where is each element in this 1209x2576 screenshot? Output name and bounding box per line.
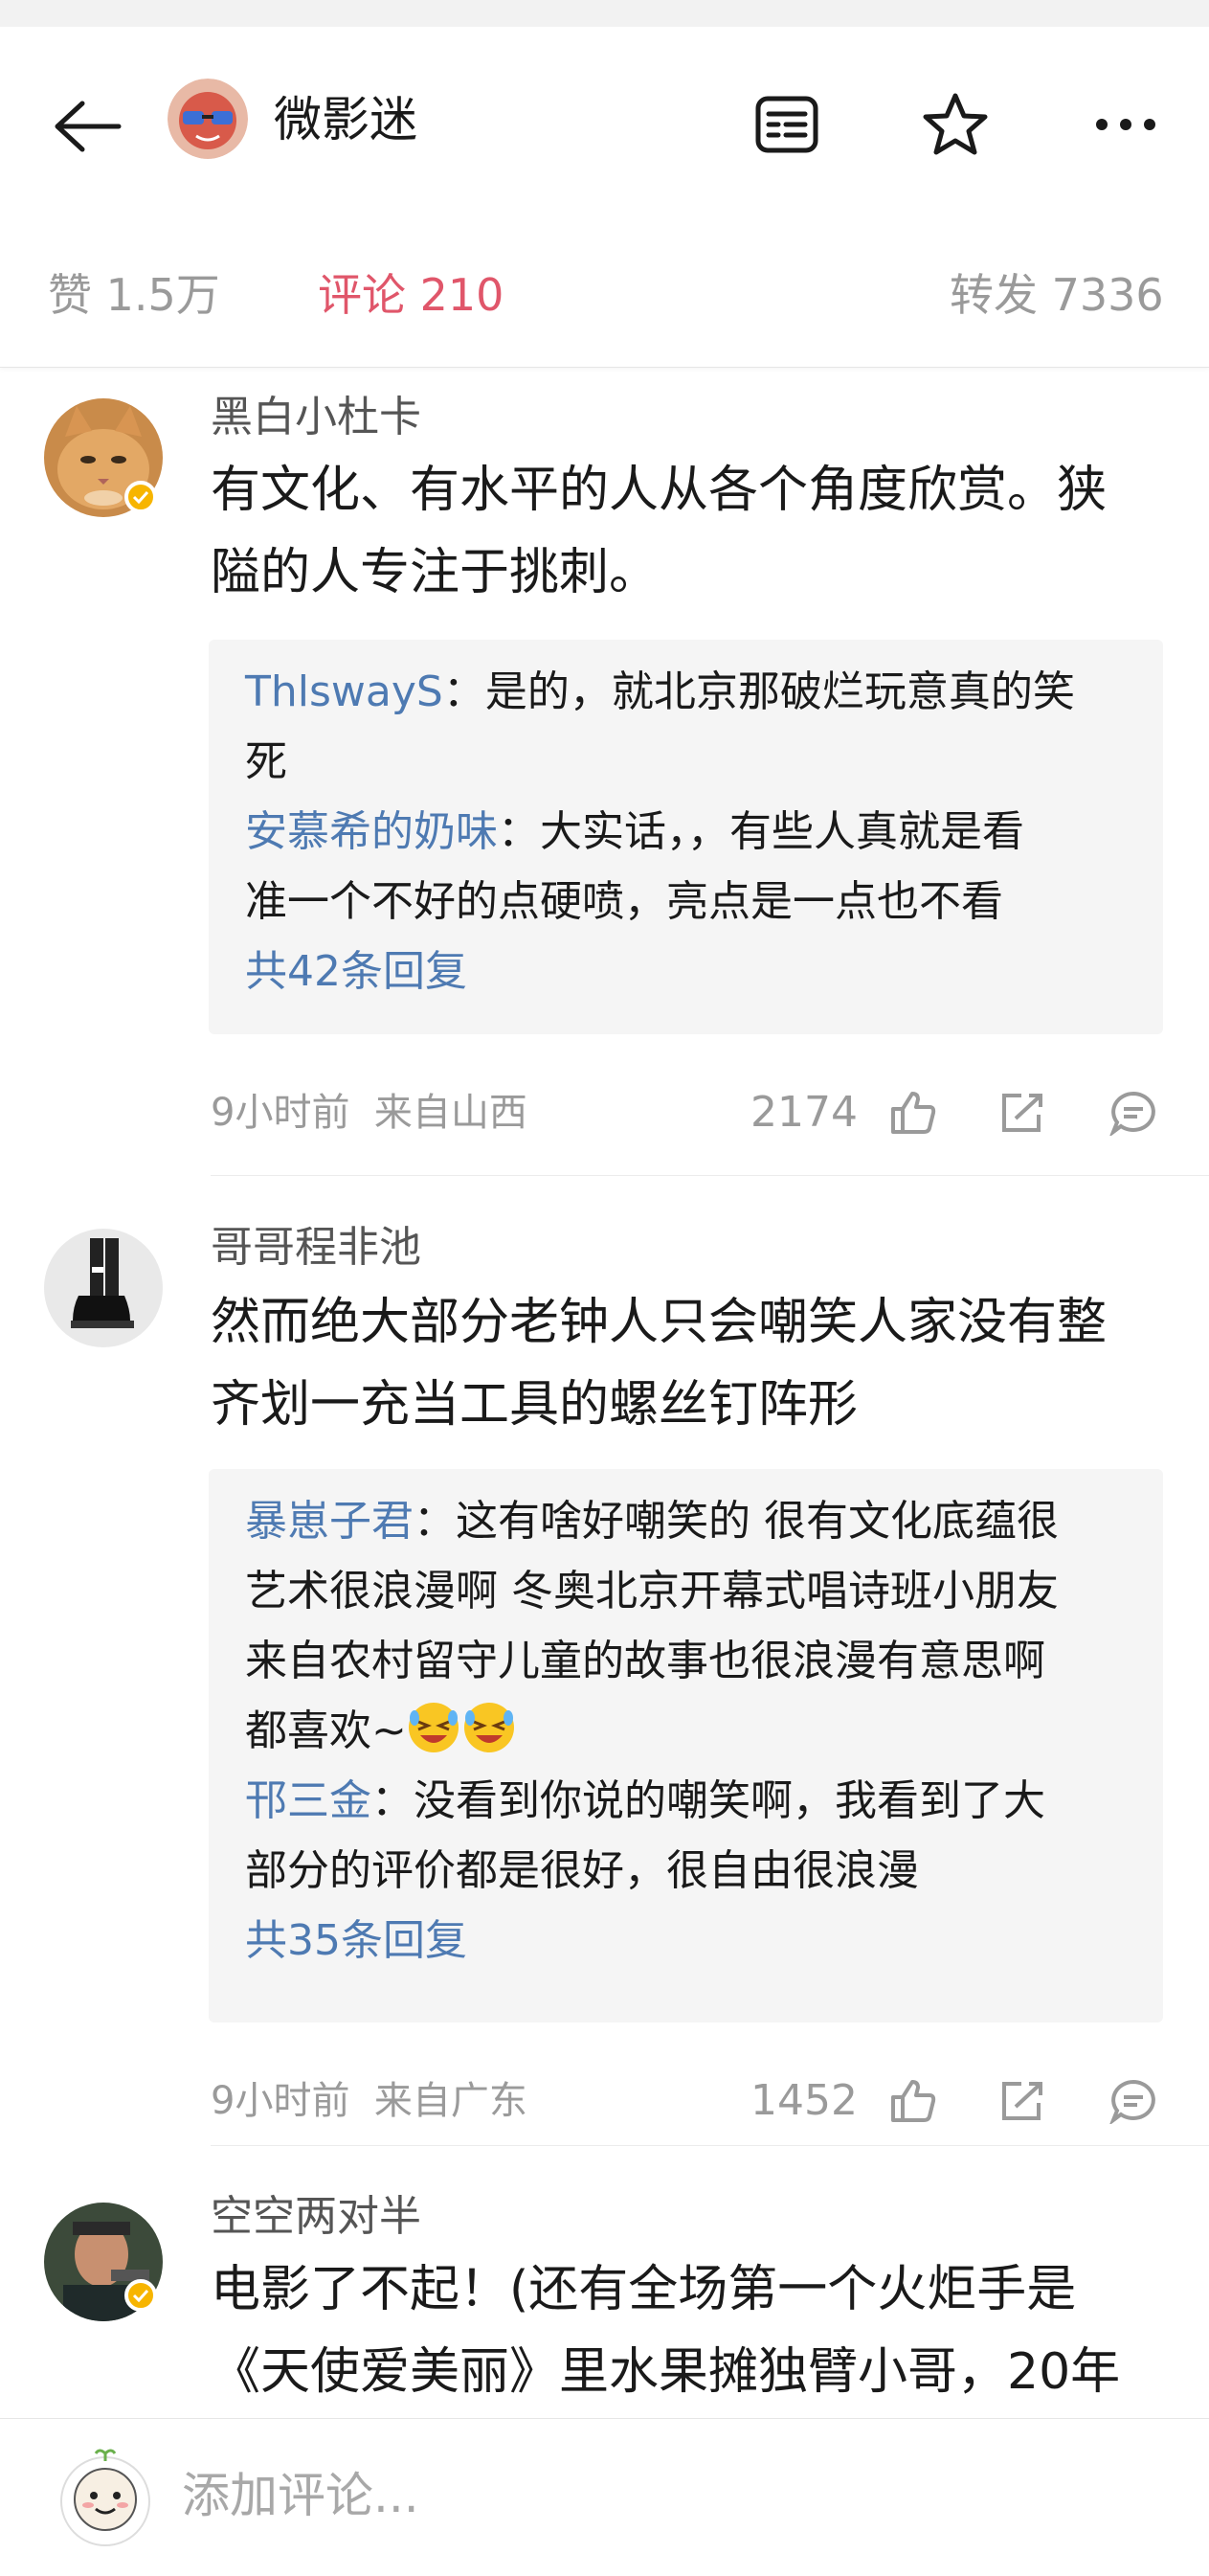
like-count: 1452	[750, 2076, 858, 2125]
reply-item: 暴崽子君：这有啥好嘲笑的 很有文化底蕴很	[245, 1486, 1127, 1556]
reply-box[interactable]: 暴崽子君：这有啥好嘲笑的 很有文化底蕴很 艺术很浪漫啊 冬奥北京开幕式唱诗班小朋…	[209, 1469, 1163, 2022]
reply-item: 安慕希的奶味：大实话，，有些人真就是看	[245, 797, 1127, 867]
star-icon	[923, 93, 988, 155]
back-button[interactable]	[46, 86, 126, 167]
reply-button[interactable]	[1105, 2072, 1162, 2130]
reply-text-line: 都喜欢~	[245, 1696, 1127, 1766]
account-avatar[interactable]	[168, 79, 248, 159]
reply-text: 都喜欢~	[245, 1706, 407, 1755]
avatar[interactable]	[44, 1229, 163, 1347]
more-button[interactable]	[1086, 84, 1166, 165]
laugh-cry-emoji-icon	[463, 1703, 514, 1752]
comment-text-line: 《天使爱美丽》里水果摊独臂小哥，20年	[211, 2343, 1121, 2401]
reply-box[interactable]: ThlswayS：是的，就北京那破烂玩意真的笑 死 安慕希的奶味：大实话，，有些…	[209, 640, 1163, 1034]
share-button[interactable]	[994, 2072, 1051, 2130]
tab-likes[interactable]: 赞 1.5万	[48, 266, 220, 324]
tab-reposts[interactable]: 转发 7336	[950, 266, 1164, 324]
comment-meta: 9小时前 来自山西	[211, 1086, 527, 1140]
divider	[211, 2145, 1209, 2146]
reply-text-line: 准一个不好的点硬喷，亮点是一点也不看	[245, 877, 1003, 926]
comment-icon	[1109, 1091, 1155, 1136]
reply-text: ：没看到你说的嘲笑啊，我看到了大	[371, 1776, 1045, 1825]
reply-username[interactable]: 安慕希的奶味	[245, 807, 498, 856]
like-button[interactable]	[884, 2072, 942, 2130]
news-button[interactable]	[747, 84, 827, 165]
share-icon	[1002, 1094, 1042, 1132]
reply-text-line: 来自农村留守儿童的故事也很浪漫有意思啊	[245, 1637, 1045, 1685]
comment-text-line: 隘的人专注于挑刺。	[211, 544, 660, 601]
reply-item: 邗三金：没看到你说的嘲笑啊，我看到了大	[245, 1766, 1127, 1836]
verified-badge-icon	[124, 481, 157, 513]
comment-text-line: 然而绝大部分老钟人只会嘲笑人家没有整	[211, 1294, 1108, 1351]
reply-text: ：是的，就北京那破烂玩意真的笑	[442, 667, 1075, 716]
user-avatar[interactable]	[57, 2446, 153, 2551]
comment-text: 然而绝大部分老钟人只会嘲笑人家没有整 齐划一充当工具的螺丝钉阵形	[211, 1281, 1168, 1446]
more-replies-link[interactable]: 共42条回复	[245, 937, 1127, 1006]
thumbs-up-icon	[891, 2080, 936, 2122]
news-icon	[755, 96, 818, 153]
comment-username[interactable]: 空空两对半	[211, 2188, 421, 2246]
more-replies-link[interactable]: 共35条回复	[245, 1906, 1127, 1976]
share-icon	[1002, 2082, 1042, 2120]
like-count: 2174	[750, 1088, 858, 1137]
comment-username[interactable]: 哥哥程非池	[211, 1219, 421, 1277]
reply-text-line: 部分的评价都是很好，很自由很浪漫	[245, 1846, 919, 1895]
comment-text: 电影了不起！(还有全场第一个火炬手是 《天使爱美丽》里水果摊独臂小哥，20年	[211, 2248, 1168, 2413]
reply-text: ：大实话，，有些人真就是看	[498, 807, 1024, 856]
comment-meta: 9小时前 来自广东	[211, 2074, 527, 2128]
reply-text: ：这有啥好嘲笑的 很有文化底蕴很	[414, 1497, 1059, 1546]
back-arrow-icon	[55, 101, 122, 152]
comment-location: 来自广东	[373, 2079, 527, 2123]
like-button[interactable]	[884, 1084, 942, 1141]
comment-input[interactable]: 添加评论...	[182, 2457, 419, 2534]
favorite-button[interactable]	[915, 84, 996, 165]
tab-bar: 赞 1.5万 评论 210 转发 7336	[0, 247, 1209, 343]
laugh-cry-emoji-icon	[408, 1703, 459, 1752]
comment-text: 有文化、有水平的人从各个角度欣赏。狭 隘的人专注于挑刺。	[211, 449, 1168, 614]
thumbs-up-icon	[891, 1092, 936, 1134]
comment-text-line: 电影了不起！(还有全场第一个火炬手是	[211, 2261, 1077, 2318]
reply-username[interactable]: 邗三金	[245, 1776, 371, 1825]
status-bar	[0, 0, 1209, 27]
reply-username[interactable]: 暴崽子君	[245, 1497, 414, 1546]
comment-text-line: 齐划一充当工具的螺丝钉阵形	[211, 1376, 859, 1434]
top-bar: 微影迷 赞 1.5万 评论 210 转发 7336	[0, 27, 1209, 368]
divider	[211, 1175, 1209, 1176]
reply-username[interactable]: ThlswayS	[245, 667, 443, 716]
verified-badge-icon	[124, 2279, 157, 2312]
reply-text-line: 死	[245, 737, 287, 786]
share-button[interactable]	[994, 1084, 1051, 1141]
comment-composer: 添加评论...	[0, 2418, 1209, 2576]
comment-username[interactable]: 黑白小杜卡	[211, 389, 421, 446]
comment-location: 来自山西	[373, 1091, 527, 1135]
comment-time: 9小时前	[211, 2079, 350, 2123]
tab-comments[interactable]: 评论 210	[318, 266, 504, 324]
reply-item: ThlswayS：是的，就北京那破烂玩意真的笑	[245, 657, 1127, 727]
reply-button[interactable]	[1105, 1084, 1162, 1141]
comment-icon	[1109, 2079, 1155, 2124]
more-icon	[1096, 119, 1155, 130]
reply-text-line: 艺术很浪漫啊 冬奥北京开幕式唱诗班小朋友	[245, 1567, 1059, 1616]
comment-text-line: 有文化、有水平的人从各个角度欣赏。狭	[211, 462, 1108, 519]
comment-time: 9小时前	[211, 1091, 350, 1135]
page-title: 微影迷	[274, 92, 417, 147]
